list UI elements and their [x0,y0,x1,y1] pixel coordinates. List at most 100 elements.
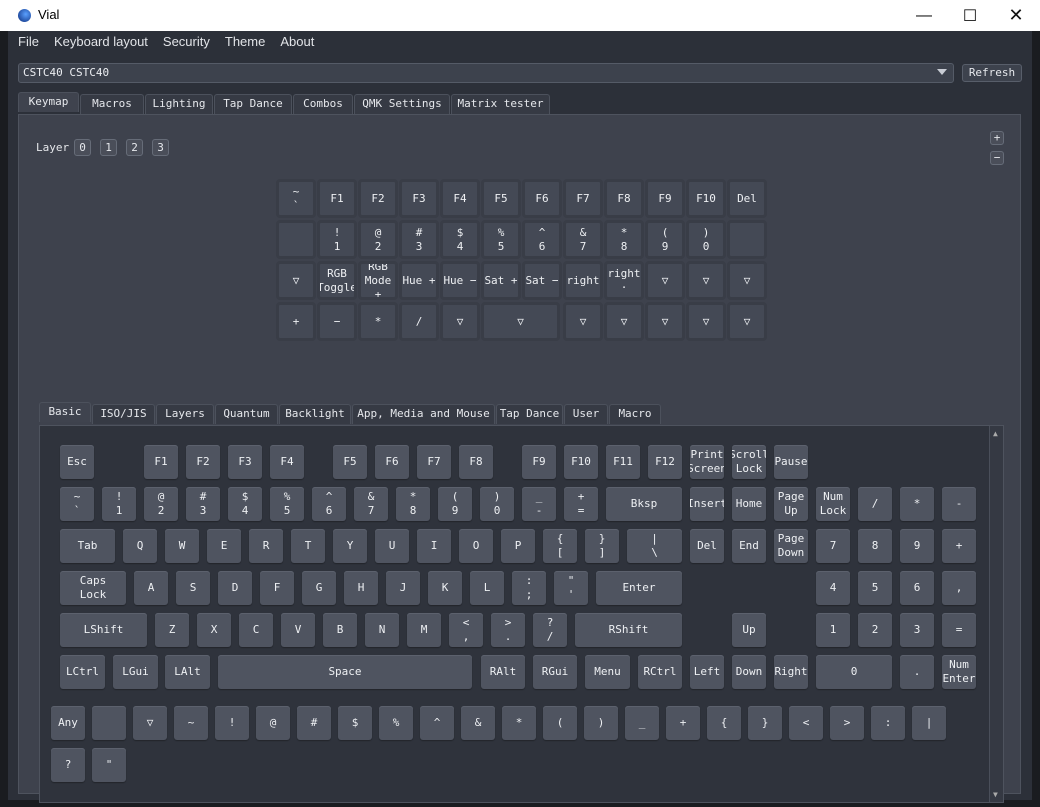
keymap-key[interactable]: ^ 6 [522,220,562,259]
keymap-key[interactable]: # 3 [399,220,439,259]
tab-keymap[interactable]: Keymap [18,92,79,112]
keycode-tab-backlight[interactable]: Backlight [279,404,351,424]
keycode-key[interactable]: ^ 6 [312,487,346,521]
keycode-key[interactable]: I [417,529,451,563]
keymap-key[interactable]: RGB Mode + [358,261,398,300]
keymap-key[interactable]: Hue + [399,261,439,300]
keycode-tab-app-media-and-mouse[interactable]: App, Media and Mouse [352,404,495,424]
scroll-down-icon[interactable]: ▼ [993,790,998,799]
keymap-key[interactable]: ~ ` [276,179,316,218]
keymap-key[interactable]: F3 [399,179,439,218]
keycode-key[interactable]: ~ ` [60,487,94,521]
keycode-key[interactable]: F5 [333,445,367,479]
keycode-tab-quantum[interactable]: Quantum [215,404,278,424]
keycode-key[interactable]: 2 [858,613,892,647]
keymap-key[interactable]: ▽ [686,261,726,300]
keycode-key[interactable]: & [461,706,495,740]
keymap-key[interactable]: ▽ [604,302,644,341]
keycode-key[interactable]: L [470,571,504,605]
keycode-key[interactable]: LAlt [165,655,210,689]
keycode-key[interactable]: + [942,529,976,563]
keycode-key[interactable]: ~ [174,706,208,740]
scroll-up-icon[interactable]: ▲ [993,429,998,438]
keycode-key[interactable]: ^ [420,706,454,740]
keymap-key[interactable] [276,220,316,259]
keycode-key[interactable]: F9 [522,445,556,479]
keycode-key[interactable]: Z [155,613,189,647]
keymap-key[interactable]: F6 [522,179,562,218]
keycode-key[interactable]: { [707,706,741,740]
keycode-key[interactable]: Menu [585,655,630,689]
tab-qmk-settings[interactable]: QMK Settings [354,94,450,114]
keycode-key[interactable]: Caps Lock [60,571,126,605]
keycode-tab-iso-jis[interactable]: ISO/JIS [92,404,155,424]
keycode-tab-user[interactable]: User [564,404,608,424]
keymap-key[interactable]: % 5 [481,220,521,259]
keycode-key[interactable]: F6 [375,445,409,479]
keycode-key[interactable]: F12 [648,445,682,479]
layer-button-0[interactable]: 0 [74,139,91,156]
keycode-key[interactable]: < , [449,613,483,647]
keycode-key[interactable]: Right [774,655,808,689]
keymap-key[interactable]: − [317,302,357,341]
keycode-key[interactable]: Enter [596,571,682,605]
keycode-key[interactable]: _ - [522,487,556,521]
keymap-key[interactable]: ) 0 [686,220,726,259]
keymap-key[interactable]: ▽ [481,302,560,341]
tab-tap-dance[interactable]: Tap Dance [214,94,292,114]
tab-combos[interactable]: Combos [293,94,353,114]
keymap-key[interactable]: & 7 [563,220,603,259]
keycode-key[interactable]: Page Down [774,529,808,563]
keycode-key[interactable]: # [297,706,331,740]
keycode-key[interactable]: Bksp [606,487,682,521]
keycode-key[interactable]: F1 [144,445,178,479]
keycode-key[interactable]: 7 [816,529,850,563]
keycode-key[interactable]: RShift [575,613,682,647]
keycode-key[interactable]: * [900,487,934,521]
keycode-key[interactable]: > . [491,613,525,647]
keycode-key[interactable]: N [365,613,399,647]
keycode-key[interactable]: LGui [113,655,158,689]
layer-button-1[interactable]: 1 [100,139,117,156]
keycode-key[interactable]: 5 [858,571,892,605]
keycode-key[interactable]: F10 [564,445,598,479]
keycode-key[interactable]: 4 [816,571,850,605]
keycode-key[interactable]: A [134,571,168,605]
keymap-key[interactable]: ▽ [563,302,603,341]
keymap-key[interactable]: F7 [563,179,603,218]
keycode-key[interactable]: F7 [417,445,451,479]
keycode-key[interactable]: + [666,706,700,740]
keycode-key[interactable]: { [ [543,529,577,563]
keycode-key[interactable]: - [942,487,976,521]
keymap-key[interactable]: $ 4 [440,220,480,259]
keycode-key[interactable]: | [912,706,946,740]
keymap-key[interactable]: ▽ [276,261,316,300]
keycode-key[interactable]: @ [256,706,290,740]
keycode-key[interactable]: } [748,706,782,740]
keycode-key[interactable]: Up [732,613,766,647]
keymap-key[interactable]: Hue − [440,261,480,300]
keymap-key[interactable]: F10 [686,179,726,218]
keycode-key[interactable]: Left [690,655,724,689]
keycode-key[interactable]: R [249,529,283,563]
keycode-tab-macro[interactable]: Macro [609,404,661,424]
keycode-key[interactable]: } ] [585,529,619,563]
keycode-key[interactable]: _ [625,706,659,740]
keycode-key[interactable]: LCtrl [60,655,105,689]
keycode-key[interactable]: : ; [512,571,546,605]
refresh-button[interactable]: Refresh [962,64,1022,82]
keycode-key[interactable]: ( [543,706,577,740]
keycode-key[interactable]: > [830,706,864,740]
keymap-key[interactable]: F4 [440,179,480,218]
keymap-key[interactable]: ( 9 [645,220,685,259]
layer-button-2[interactable]: 2 [126,139,143,156]
keycode-tab-basic[interactable]: Basic [39,402,91,422]
keycode-key[interactable]: F8 [459,445,493,479]
keymap-key[interactable]: Sat − [522,261,562,300]
keymap-key[interactable]: @ 2 [358,220,398,259]
keycode-key[interactable]: ! 1 [102,487,136,521]
close-button[interactable]: ✕ [993,0,1039,31]
keycode-key[interactable]: 9 [900,529,934,563]
keycode-tab-layers[interactable]: Layers [156,404,214,424]
keycode-tab-tap-dance[interactable]: Tap Dance [496,404,563,424]
